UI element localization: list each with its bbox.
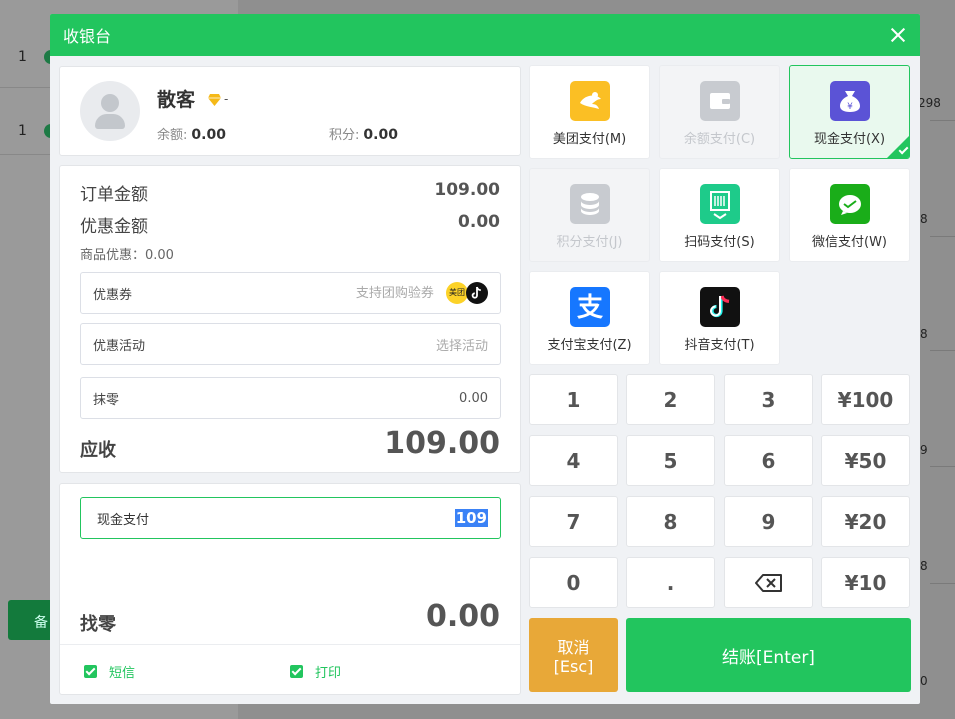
pay-method-points[interactable]: 积分支付(J) (529, 168, 650, 262)
diamond-icon (208, 94, 221, 106)
douyin-icon (699, 287, 740, 327)
discount-amount-label: 优惠金额 (80, 217, 148, 237)
money-bag-icon: ¥ (829, 81, 870, 121)
background-side-number: 298 (918, 96, 941, 110)
douyin-badge-icon (466, 282, 488, 305)
order-amount-label: 订单金额 (80, 185, 148, 205)
checkout-modal: 收银台 散客 - 余额: 0.00 积分: 0.00 订单金额 109.00 优惠金… (50, 14, 920, 704)
cancel-button[interactable]: 取消 [Esc] (529, 618, 618, 692)
background-side-number: 8 (920, 327, 928, 341)
avatar (80, 81, 140, 141)
customer-name: 散客 (157, 89, 196, 111)
receivable-label: 应收 (80, 440, 116, 461)
pay-method-label: 扫码支付(S) (684, 235, 755, 250)
customer-points: 积分: 0.00 (329, 127, 398, 143)
customer-balance: 余额: 0.00 (157, 127, 226, 143)
goods-discount: 商品优惠：0.00 (80, 248, 174, 263)
pay-method-cash[interactable]: ¥ 现金支付(X) (789, 65, 910, 159)
key-backspace[interactable] (724, 557, 813, 608)
key-9[interactable]: 9 (724, 496, 813, 547)
payment-method-label: 现金支付 (97, 512, 150, 528)
customer-level: - (224, 92, 229, 106)
coupon-label: 优惠券 (93, 287, 133, 303)
pay-method-label: 美团支付(M) (552, 132, 627, 147)
key-7[interactable]: 7 (529, 496, 618, 547)
key-1[interactable]: 1 (529, 374, 618, 425)
order-amount-row: 订单金额 109.00 (80, 180, 500, 205)
alipay-icon: 支 (569, 287, 610, 327)
key-dot[interactable]: . (626, 557, 715, 608)
pay-method-balance[interactable]: 余额支付(C) (659, 65, 780, 159)
wallet-icon (699, 81, 740, 121)
pay-method-alipay[interactable]: 支 支付宝支付(Z) (529, 271, 650, 365)
key-3[interactable]: 3 (724, 374, 813, 425)
promotion-label: 优惠活动 (93, 338, 146, 354)
pay-method-meituan[interactable]: 美团支付(M) (529, 65, 650, 159)
coupon-placeholder: 支持团购验券 (355, 285, 434, 301)
sms-label: 短信 (109, 666, 136, 681)
rounding-value: 0.00 (459, 390, 488, 406)
pay-method-douyin[interactable]: 抖音支付(T) (659, 271, 780, 365)
print-label: 打印 (315, 666, 342, 681)
pay-method-label: 积分支付(J) (556, 235, 623, 250)
order-amount-value: 109.00 (434, 180, 500, 200)
pay-method-scan[interactable]: 扫码支付(S) (659, 168, 780, 262)
pay-method-label: 余额支付(C) (683, 132, 756, 147)
modal-header: 收银台 (50, 14, 920, 56)
sms-checkbox[interactable]: 短信 (84, 662, 135, 681)
background-side-number: 8 (920, 559, 928, 573)
background-row-num: 1 (18, 49, 27, 65)
meituan-icon (569, 81, 610, 121)
discount-amount-value: 0.00 (458, 212, 500, 232)
discount-amount-row: 优惠金额 0.00 (80, 212, 500, 237)
key-6[interactable]: 6 (724, 435, 813, 486)
key-4[interactable]: 4 (529, 435, 618, 486)
pay-method-label: 支付宝支付(Z) (547, 338, 632, 353)
rounding-field[interactable]: 抹零 0.00 (80, 377, 501, 419)
payment-amount-value: 109 (454, 509, 488, 527)
order-summary: 订单金额 109.00 优惠金额 0.00 商品优惠：0.00 优惠券 支持团购… (59, 165, 521, 473)
key-0[interactable]: 0 (529, 557, 618, 608)
pay-method-label: 微信支付(W) (812, 235, 887, 250)
background-side-number: 9 (920, 443, 928, 457)
background-side-number: 8 (920, 212, 928, 226)
pay-method-label: 现金支付(X) (813, 132, 886, 147)
wechat-icon (829, 184, 870, 224)
cancel-shortcut: [Esc] (553, 657, 594, 676)
promotion-placeholder: 选择活动 (435, 338, 488, 354)
key-100[interactable]: ¥100 (821, 374, 910, 425)
key-2[interactable]: 2 (626, 374, 715, 425)
cancel-label: 取消 (557, 638, 590, 657)
change-label: 找零 (80, 614, 116, 635)
backspace-icon (754, 573, 782, 592)
key-5[interactable]: 5 (626, 435, 715, 486)
receivable-value: 109.00 (384, 426, 500, 461)
coins-icon (569, 184, 610, 224)
pay-method-wechat[interactable]: 微信支付(W) (789, 168, 910, 262)
promotion-field[interactable]: 优惠活动 选择活动 (80, 323, 501, 365)
modal-title: 收银台 (63, 27, 112, 46)
key-10[interactable]: ¥10 (821, 557, 910, 608)
checkout-button[interactable]: 结账[Enter] (626, 618, 911, 692)
customer-card: 散客 - 余额: 0.00 积分: 0.00 (59, 66, 521, 156)
pay-method-label: 抖音支付(T) (684, 338, 755, 353)
background-row-num: 1 (18, 123, 27, 139)
print-checkbox[interactable]: 打印 (290, 662, 341, 681)
barcode-scan-icon (699, 184, 740, 224)
close-icon[interactable] (888, 25, 908, 45)
meituan-badge-icon: 美团 (446, 282, 468, 305)
change-value: 0.00 (425, 599, 500, 634)
coupon-field[interactable]: 优惠券 支持团购验券 美团 (80, 272, 501, 314)
key-8[interactable]: 8 (626, 496, 715, 547)
background-side-number: 0 (920, 674, 928, 688)
key-50[interactable]: ¥50 (821, 435, 910, 486)
rounding-label: 抹零 (93, 392, 120, 408)
checkbox-checked-icon (84, 665, 97, 678)
payment-panel: 现金支付 109 找零 0.00 短信 打印 (59, 483, 521, 695)
payment-amount-input[interactable]: 现金支付 109 (80, 497, 501, 539)
svg-text:¥: ¥ (847, 102, 853, 112)
svg-text:支: 支 (576, 293, 602, 323)
checkbox-checked-icon (290, 665, 303, 678)
key-20[interactable]: ¥20 (821, 496, 910, 547)
